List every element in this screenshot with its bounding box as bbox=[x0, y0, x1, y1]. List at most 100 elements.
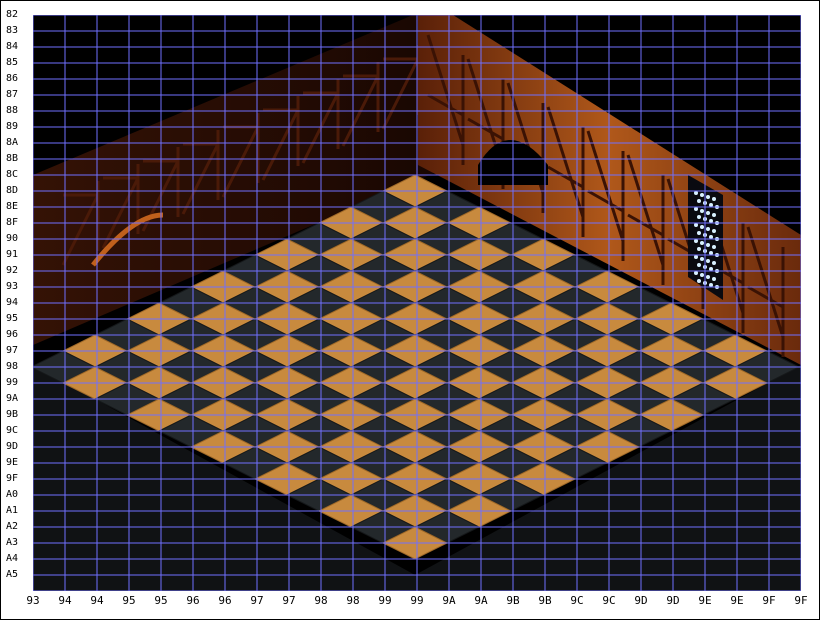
window-glass-dot bbox=[700, 209, 704, 213]
window-glass-dot bbox=[694, 271, 698, 275]
column-label: 94 bbox=[90, 594, 104, 607]
column-label: 99 bbox=[410, 594, 424, 607]
column-label: 93 bbox=[26, 594, 40, 607]
window-glass-dot bbox=[706, 227, 710, 231]
row-label: 94 bbox=[6, 297, 19, 308]
window-glass-dot bbox=[694, 207, 698, 211]
row-label: 82 bbox=[6, 9, 19, 20]
window-glass-dot bbox=[706, 195, 710, 199]
row-label: 9A bbox=[6, 393, 19, 404]
column-label: 95 bbox=[122, 594, 136, 607]
window-glass-dot bbox=[712, 277, 716, 281]
column-label: 96 bbox=[186, 594, 200, 607]
row-label: 9D bbox=[6, 441, 19, 452]
window-glass-dot bbox=[712, 245, 716, 249]
row-label: A2 bbox=[6, 521, 19, 532]
row-label: 99 bbox=[6, 377, 19, 388]
column-label: 97 bbox=[250, 594, 264, 607]
window-glass-dot bbox=[697, 263, 701, 267]
row-label: A4 bbox=[6, 553, 19, 564]
row-label: 91 bbox=[6, 249, 19, 260]
row-label: 8E bbox=[6, 201, 19, 212]
column-label: 9C bbox=[602, 594, 616, 607]
row-label: A1 bbox=[6, 505, 19, 516]
window-glass-dot bbox=[709, 219, 713, 223]
column-label: 9F bbox=[762, 594, 776, 607]
row-label: 8F bbox=[6, 217, 19, 228]
window-glass-dot bbox=[697, 199, 701, 203]
column-label: 97 bbox=[282, 594, 296, 607]
row-label: 9F bbox=[6, 473, 19, 484]
row-label: A0 bbox=[6, 489, 19, 500]
column-label: 9D bbox=[634, 594, 648, 607]
window-glass-dot bbox=[700, 273, 704, 277]
window-glass-dot bbox=[709, 267, 713, 271]
window-glass-dot bbox=[700, 193, 704, 197]
column-label: 99 bbox=[378, 594, 392, 607]
window-glass-dot bbox=[694, 223, 698, 227]
window-glass-dot bbox=[706, 259, 710, 263]
window-glass-dot bbox=[712, 261, 716, 265]
row-label: 86 bbox=[6, 73, 19, 84]
window-glass-dot bbox=[694, 255, 698, 259]
row-label: 9C bbox=[6, 425, 19, 436]
column-label: 9A bbox=[442, 594, 456, 607]
window-glass-dot bbox=[697, 215, 701, 219]
column-label: 9E bbox=[698, 594, 712, 607]
column-label: 9D bbox=[666, 594, 680, 607]
window-glass-dot bbox=[709, 203, 713, 207]
column-label: 96 bbox=[218, 594, 232, 607]
isometric-room-scene bbox=[33, 15, 801, 591]
window-glass-dot bbox=[712, 213, 716, 217]
row-label: 93 bbox=[6, 281, 19, 292]
column-label: 9E bbox=[730, 594, 744, 607]
window-glass-dot bbox=[709, 235, 713, 239]
window-glass-dot bbox=[709, 251, 713, 255]
row-label: 97 bbox=[6, 345, 19, 356]
row-label: 84 bbox=[6, 41, 19, 52]
row-label: 87 bbox=[6, 89, 19, 100]
row-label: 9E bbox=[6, 457, 19, 468]
window-glass-dot bbox=[712, 197, 716, 201]
column-label: 95 bbox=[154, 594, 168, 607]
row-label: 96 bbox=[6, 329, 19, 340]
row-label: 95 bbox=[6, 313, 19, 324]
row-label: 8B bbox=[6, 153, 19, 164]
row-label: 98 bbox=[6, 361, 19, 372]
window-glass-dot bbox=[706, 243, 710, 247]
column-label: 9A bbox=[474, 594, 488, 607]
row-label: 9B bbox=[6, 409, 19, 420]
window-glass-dot bbox=[697, 279, 701, 283]
row-label: 89 bbox=[6, 121, 19, 132]
map-viewer-frame: 82 83 84 85 86 87 88 89 8A 8B 8C 8D 8E 8F 90 91 92 93 94 95… bbox=[0, 0, 820, 620]
column-label: 9B bbox=[506, 594, 520, 607]
window-glass-dot bbox=[697, 247, 701, 251]
window-glass-dot bbox=[712, 229, 716, 233]
row-label: 90 bbox=[6, 233, 19, 244]
window-glass-dot bbox=[700, 241, 704, 245]
window-glass-dot bbox=[694, 239, 698, 243]
map-viewport[interactable] bbox=[33, 15, 801, 591]
window-glass-dot bbox=[700, 257, 704, 261]
row-label: A5 bbox=[6, 569, 19, 580]
row-label: 88 bbox=[6, 105, 19, 116]
row-label: 8D bbox=[6, 185, 19, 196]
window-glass-dot bbox=[694, 191, 698, 195]
row-label: 8A bbox=[6, 137, 19, 148]
window-glass-dot bbox=[709, 283, 713, 287]
column-label: 9B bbox=[538, 594, 552, 607]
row-label: A3 bbox=[6, 537, 19, 548]
column-label: 98 bbox=[346, 594, 360, 607]
column-label: 9C bbox=[570, 594, 584, 607]
row-label: 83 bbox=[6, 25, 19, 36]
row-label: 85 bbox=[6, 57, 19, 68]
window-glass-dot bbox=[706, 211, 710, 215]
row-label: 8C bbox=[6, 169, 19, 180]
window-glass-dot bbox=[700, 225, 704, 229]
window-glass-dot bbox=[697, 231, 701, 235]
column-label: 98 bbox=[314, 594, 328, 607]
row-label: 92 bbox=[6, 265, 19, 276]
column-label: 94 bbox=[58, 594, 72, 607]
column-label: 9F bbox=[794, 594, 808, 607]
window-glass-dot bbox=[706, 275, 710, 279]
